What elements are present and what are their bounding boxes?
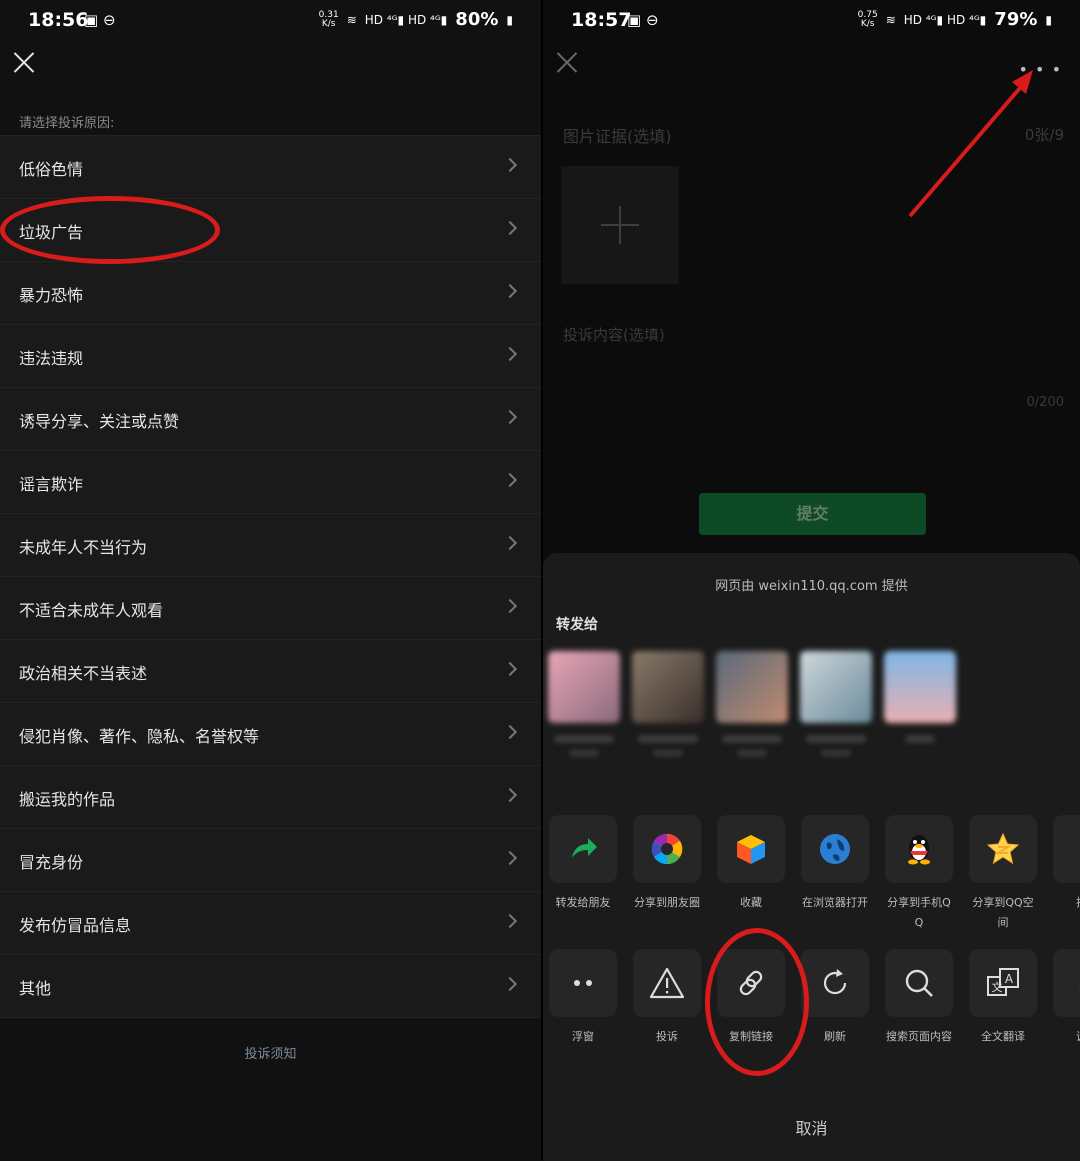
annotation-arrow — [908, 70, 1033, 218]
